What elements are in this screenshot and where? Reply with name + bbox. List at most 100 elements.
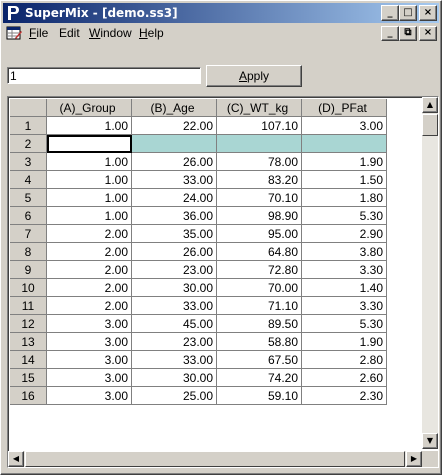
vertical-scrollbar[interactable]: ▲ ▼ — [422, 97, 438, 449]
mdi-minimize-button[interactable]: _ — [381, 26, 399, 41]
row-header[interactable]: 5 — [10, 188, 47, 207]
table-cell[interactable]: 2.90 — [301, 224, 387, 243]
table-cell[interactable]: 2.00 — [46, 242, 132, 261]
row-header[interactable]: 7 — [10, 224, 47, 243]
horizontal-scrollbar[interactable]: ◀ ▶ — [8, 451, 422, 467]
table-cell[interactable]: 24.00 — [131, 188, 217, 207]
apply-button[interactable]: Apply — [206, 65, 302, 87]
corner-cell[interactable] — [10, 99, 47, 117]
row-header[interactable]: 9 — [10, 260, 47, 279]
menu-help[interactable]: Help — [139, 24, 164, 43]
spreadsheet-doc-icon[interactable] — [6, 26, 22, 41]
table-cell[interactable]: 3.00 — [46, 350, 132, 369]
table-cell[interactable]: 1.00 — [46, 170, 132, 189]
table-cell[interactable]: 89.50 — [216, 314, 302, 333]
row-header[interactable]: 11 — [10, 296, 47, 315]
table-cell[interactable]: 70.10 — [216, 188, 302, 207]
spreadsheet-grid[interactable]: (A)_Group (B)_Age (C)_WT_kg (D)_PFat 1 1.… — [7, 96, 439, 468]
table-cell[interactable]: 1.00 — [46, 116, 132, 135]
scroll-right-arrow-icon[interactable]: ▶ — [406, 451, 422, 467]
table-cell[interactable]: 25.00 — [131, 386, 217, 405]
row-header[interactable]: 10 — [10, 278, 47, 297]
column-header-wt-kg[interactable]: (C)_WT_kg — [216, 99, 302, 117]
table-cell[interactable]: 59.10 — [216, 386, 302, 405]
table-cell[interactable]: 2.30 — [301, 386, 387, 405]
table-cell[interactable]: 22.00 — [131, 116, 217, 135]
table-cell[interactable]: 70.00 — [216, 278, 302, 297]
table-cell[interactable]: 23.00 — [131, 260, 217, 279]
table-cell[interactable]: 2.00 — [46, 260, 132, 279]
row-header[interactable]: 4 — [10, 170, 47, 189]
row-header[interactable]: 13 — [10, 332, 47, 351]
row-header[interactable]: 3 — [10, 152, 47, 171]
table-cell[interactable]: 3.00 — [46, 368, 132, 387]
menu-edit[interactable]: Edit — [59, 24, 80, 43]
table-cell[interactable]: 33.00 — [131, 350, 217, 369]
table-cell[interactable]: 1.90 — [301, 152, 387, 171]
table-cell[interactable]: 33.00 — [131, 296, 217, 315]
table-cell[interactable]: 2.00 — [46, 278, 132, 297]
minimize-button[interactable]: _ — [381, 5, 399, 21]
table-cell[interactable]: 1.00 — [46, 188, 132, 207]
table-cell[interactable]: 1.00 — [46, 152, 132, 171]
table-cell[interactable]: 1.90 — [301, 332, 387, 351]
row-header[interactable]: 1 — [10, 116, 47, 135]
table-cell[interactable]: 3.00 — [46, 386, 132, 405]
table-cell[interactable]: 58.80 — [216, 332, 302, 351]
table-cell[interactable]: 1.00 — [46, 206, 132, 225]
table-cell[interactable] — [46, 134, 132, 153]
column-header-pfat[interactable]: (D)_PFat — [301, 99, 387, 117]
table-cell[interactable]: 78.00 — [216, 152, 302, 171]
vertical-scroll-thumb[interactable] — [422, 114, 438, 136]
table-cell[interactable]: 67.50 — [216, 350, 302, 369]
table-cell[interactable]: 1.80 — [301, 188, 387, 207]
menu-file[interactable]: File — [29, 24, 48, 43]
table-cell[interactable]: 35.00 — [131, 224, 217, 243]
table-cell[interactable]: 3.00 — [301, 116, 387, 135]
table-cell[interactable]: 45.00 — [131, 314, 217, 333]
column-header-age[interactable]: (B)_Age — [131, 99, 217, 117]
table-cell[interactable]: 3.00 — [46, 332, 132, 351]
table-cell[interactable]: 23.00 — [131, 332, 217, 351]
table-cell[interactable] — [131, 134, 217, 153]
table-cell[interactable]: 3.30 — [301, 260, 387, 279]
table-cell[interactable]: 1.40 — [301, 278, 387, 297]
table-cell[interactable]: 33.00 — [131, 170, 217, 189]
row-header[interactable]: 14 — [10, 350, 47, 369]
table-cell[interactable]: 1.50 — [301, 170, 387, 189]
table-cell[interactable]: 30.00 — [131, 278, 217, 297]
table-cell[interactable] — [216, 134, 302, 153]
table-cell[interactable]: 3.00 — [46, 314, 132, 333]
table-cell[interactable]: 98.90 — [216, 206, 302, 225]
column-header-group[interactable]: (A)_Group — [46, 99, 132, 117]
table-cell[interactable]: 95.00 — [216, 224, 302, 243]
table-cell[interactable]: 5.30 — [301, 206, 387, 225]
row-header[interactable]: 12 — [10, 314, 47, 333]
table-cell[interactable]: 74.20 — [216, 368, 302, 387]
table-cell[interactable]: 83.20 — [216, 170, 302, 189]
table-cell[interactable]: 2.60 — [301, 368, 387, 387]
table-cell[interactable]: 2.00 — [46, 296, 132, 315]
row-header[interactable]: 2 — [10, 134, 47, 153]
scroll-down-arrow-icon[interactable]: ▼ — [422, 433, 438, 449]
table-cell[interactable] — [301, 134, 387, 153]
close-button[interactable]: × — [419, 5, 437, 21]
scroll-left-arrow-icon[interactable]: ◀ — [8, 451, 24, 467]
row-header[interactable]: 15 — [10, 368, 47, 387]
cell-value-input[interactable]: 1 — [7, 67, 201, 84]
table-cell[interactable]: 5.30 — [301, 314, 387, 333]
table-cell[interactable]: 26.00 — [131, 242, 217, 261]
table-cell[interactable]: 107.10 — [216, 116, 302, 135]
row-header[interactable]: 6 — [10, 206, 47, 225]
mdi-restore-button[interactable]: ⧉ — [399, 26, 417, 41]
title-bar[interactable]: SuperMix - [demo.ss3] _ □ × — [3, 3, 439, 23]
horizontal-scroll-thumb[interactable] — [25, 451, 405, 467]
table-cell[interactable]: 72.80 — [216, 260, 302, 279]
scroll-up-arrow-icon[interactable]: ▲ — [422, 97, 438, 113]
menu-window[interactable]: Window — [89, 24, 132, 43]
row-header[interactable]: 8 — [10, 242, 47, 261]
row-header[interactable]: 16 — [10, 386, 47, 405]
table-cell[interactable]: 2.00 — [46, 224, 132, 243]
table-cell[interactable]: 3.80 — [301, 242, 387, 261]
mdi-close-button[interactable]: × — [419, 26, 437, 41]
